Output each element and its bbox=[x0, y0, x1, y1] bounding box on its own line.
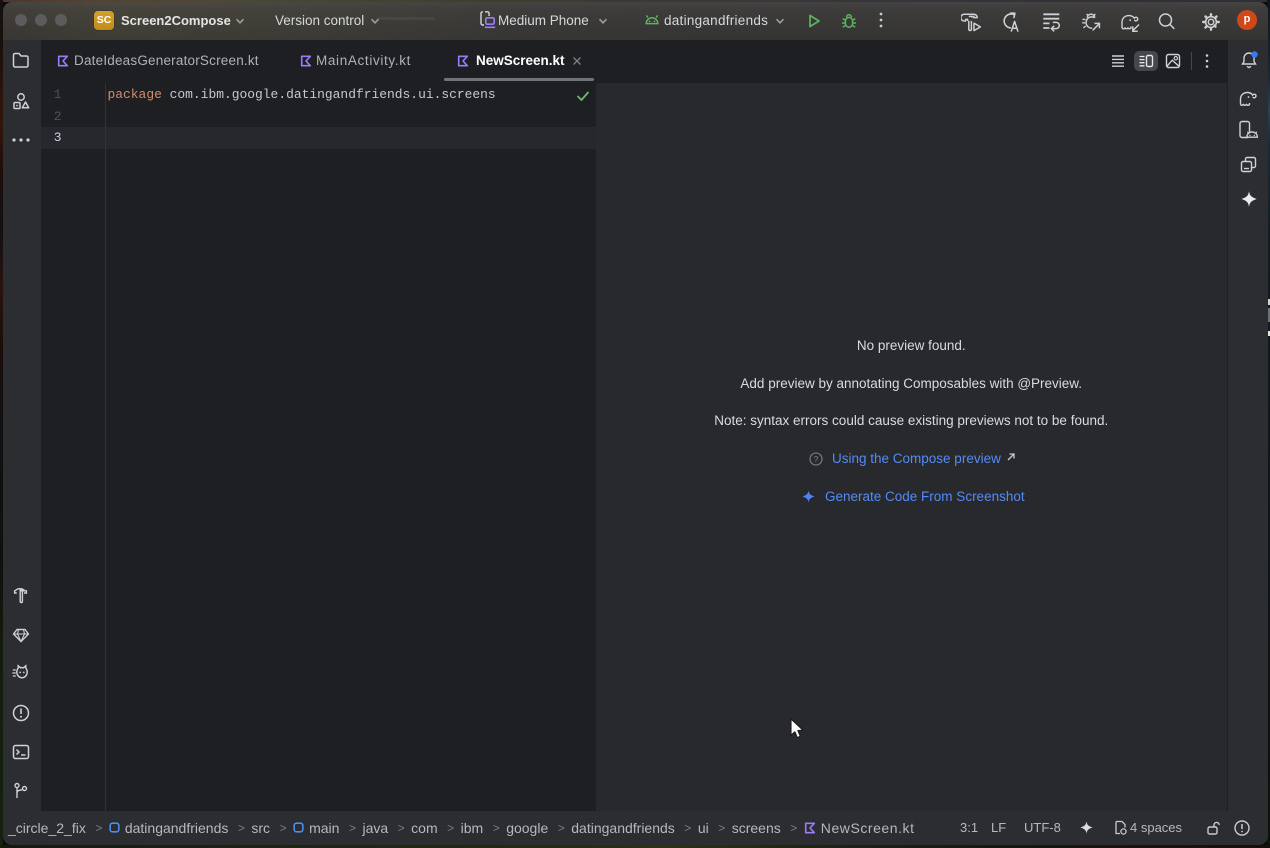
svg-text:?: ? bbox=[814, 454, 819, 464]
